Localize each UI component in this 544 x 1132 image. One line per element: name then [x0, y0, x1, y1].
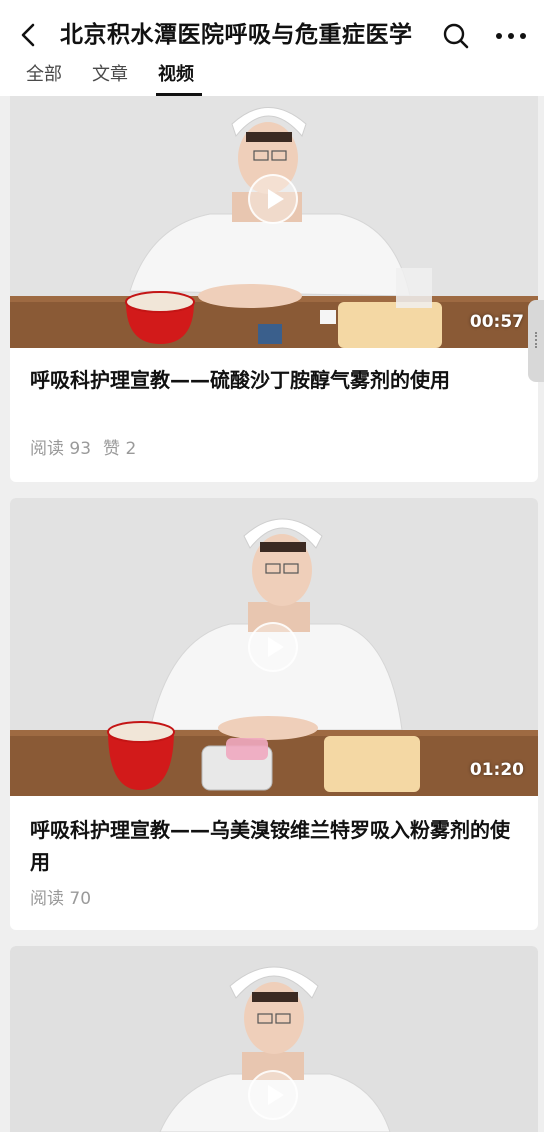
more-dots-icon[interactable] — [494, 24, 528, 48]
tab-articles[interactable]: 文章 — [92, 62, 128, 88]
play-button[interactable] — [248, 622, 298, 672]
video-card[interactable] — [10, 946, 538, 1132]
top-bar: 北京积水潭医院呼吸与危重症医学 — [0, 12, 544, 58]
video-title[interactable]: 呼吸科护理宣教——乌美溴铵维兰特罗吸入粉雾剂的使用 — [30, 814, 518, 878]
video-card[interactable]: 00:57 呼吸科护理宣教——硫酸沙丁胺醇气雾剂的使用 阅读 93 赞 2 — [10, 96, 538, 482]
video-thumbnail[interactable]: 01:20 — [10, 498, 538, 796]
video-thumbnail[interactable] — [10, 946, 538, 1132]
search-icon[interactable] — [442, 22, 470, 50]
video-duration: 01:20 — [469, 760, 524, 780]
play-button[interactable] — [248, 174, 298, 224]
video-title[interactable]: 呼吸科护理宣教——硫酸沙丁胺醇气雾剂的使用 — [30, 364, 518, 396]
chevron-left-icon[interactable] — [16, 22, 42, 48]
play-button[interactable] — [248, 1070, 298, 1120]
video-thumbnail[interactable]: 00:57 — [10, 96, 538, 348]
video-card[interactable]: 01:20 呼吸科护理宣教——乌美溴铵维兰特罗吸入粉雾剂的使用 阅读 70 — [10, 498, 538, 930]
page-title: 北京积水潭医院呼吸与危重症医学 — [60, 22, 413, 48]
tab-videos[interactable]: 视频 — [158, 62, 194, 88]
read-count: 阅读 70 — [30, 889, 92, 909]
video-duration: 00:57 — [469, 312, 524, 332]
scroll-handle[interactable] — [528, 300, 544, 382]
video-stats: 阅读 93 赞 2 — [30, 434, 148, 459]
read-count: 阅读 93 — [30, 439, 92, 459]
like-count: 赞 2 — [103, 439, 137, 459]
video-stats: 阅读 70 — [30, 884, 103, 909]
tab-all[interactable]: 全部 — [26, 62, 62, 88]
header: 北京积水潭医院呼吸与危重症医学 全部 文章 视频 — [0, 0, 544, 96]
tab-bar: 全部 文章 视频 — [0, 58, 544, 96]
